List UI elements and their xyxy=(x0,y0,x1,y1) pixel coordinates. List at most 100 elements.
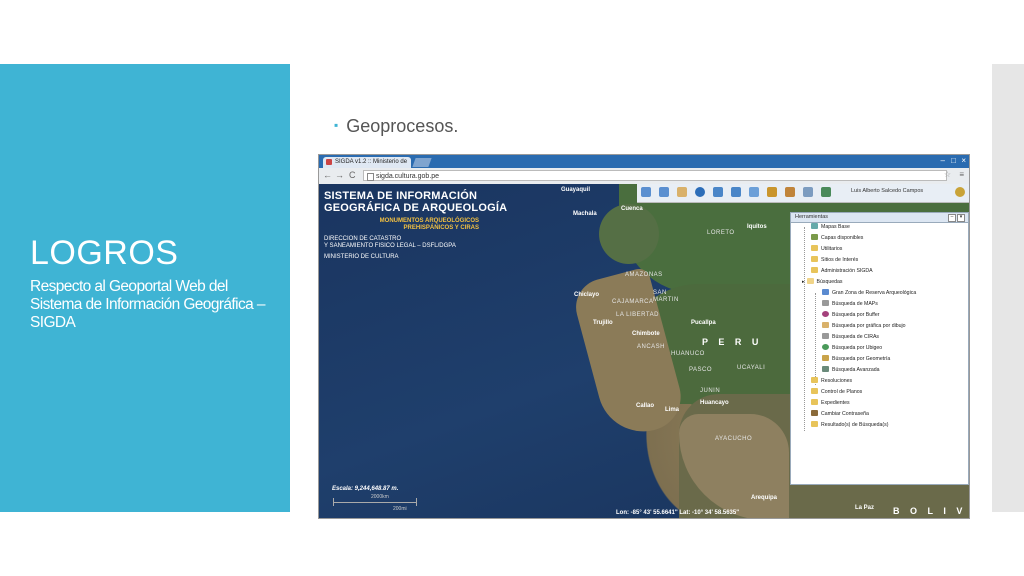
map-label-city: Arequipa xyxy=(751,495,778,501)
folder-icon xyxy=(811,377,818,383)
ministry-label: MINISTERIO DE CULTURA xyxy=(324,254,399,260)
tree-subitem[interactable]: Gran Zona de Reserva Arqueológica xyxy=(822,289,916,298)
logo-subtitle-line1: MONUMENTOS ARQUEOLÓGICOS xyxy=(379,218,479,224)
map-toolbar: Luis Alberto Salcedo Campos xyxy=(637,184,969,203)
url-text: sigda.cultura.gob.pe xyxy=(376,173,440,180)
panel-collapse-icon[interactable]: ▾ xyxy=(957,214,965,222)
folder-icon xyxy=(811,399,818,405)
folder-icon xyxy=(811,388,818,394)
folder-open-icon xyxy=(806,278,814,284)
scale-top-label: 2000km xyxy=(371,494,389,500)
user-avatar-icon[interactable] xyxy=(955,187,965,197)
tree-item[interactable]: Expedientes xyxy=(811,399,850,408)
print-icon[interactable] xyxy=(803,187,813,197)
slide-title: LOGROS xyxy=(30,234,179,272)
logo-title-line1: SISTEMA DE INFORMACIÓN xyxy=(324,190,478,202)
tree-subitem[interactable]: Búsqueda por Ubigeo xyxy=(822,344,882,353)
page-icon xyxy=(367,173,374,181)
settings-tools-icon[interactable] xyxy=(821,187,831,197)
department-line1: DIRECCION DE CATASTRO xyxy=(324,236,402,242)
map-label-region: CAJAMARCA xyxy=(612,299,654,305)
advanced-search-icon xyxy=(822,366,829,372)
tree-item[interactable]: Cambiar Contraseña xyxy=(811,410,869,419)
map-label-city: Guayaquil xyxy=(561,187,591,193)
search-icon xyxy=(822,300,829,306)
map-label-region: JUNIN xyxy=(700,388,721,394)
map-label-country: B O L I V I A xyxy=(893,506,969,516)
search-icon xyxy=(822,333,829,339)
tree-item[interactable]: Utilitarios xyxy=(811,245,842,254)
zoom-in-icon[interactable] xyxy=(641,187,651,197)
tree-item[interactable]: Resultado(s) de Búsqueda(s) xyxy=(811,421,888,430)
bullet-dot-icon: ▪ xyxy=(334,118,339,132)
user-name: Luis Alberto Salcedo Campos xyxy=(851,188,924,194)
tree-item[interactable]: Sitios de Interés xyxy=(811,256,858,265)
globe-icon xyxy=(822,344,829,350)
tree-item[interactable]: Administración SIGDA xyxy=(811,267,873,276)
map-label-region: HUANUCO xyxy=(671,351,705,357)
map-label-city: Pucallpa xyxy=(691,320,716,326)
tree-item[interactable]: Resoluciones xyxy=(811,377,852,386)
logo-title-line2: GEOGRÁFICA DE ARQUEOLOGÍA xyxy=(324,202,508,214)
browser-tab[interactable]: SIGDA v1.2 :: Ministerio de xyxy=(323,157,411,168)
key-icon xyxy=(811,410,818,416)
measure-icon[interactable] xyxy=(749,187,759,197)
map-label-region: LA LIBERTAD xyxy=(616,312,659,318)
browser-menu-button[interactable]: ≡ xyxy=(959,170,964,179)
previous-extent-icon[interactable] xyxy=(713,187,723,197)
map-label-region: AMAZONAS xyxy=(625,272,663,278)
folder-icon xyxy=(811,256,818,262)
map-base-icon xyxy=(811,223,818,229)
url-input[interactable]: sigda.cultura.gob.pe xyxy=(363,170,947,181)
close-button[interactable]: × xyxy=(961,156,966,165)
map-label-city: Callao xyxy=(636,403,655,409)
favicon-icon xyxy=(326,159,332,165)
bookmark-star-icon[interactable]: ☆ xyxy=(944,170,951,179)
tree-item[interactable]: Capas disponibles xyxy=(811,234,863,243)
bullet-item: ▪ Geoprocesos. xyxy=(334,116,458,137)
back-button[interactable]: ← xyxy=(323,170,332,180)
maximize-button[interactable]: □ xyxy=(951,156,956,165)
tools-panel: Herramientas – ▾ Mapas Base Capas dispon… xyxy=(790,212,969,485)
browser-window: SIGDA v1.2 :: Ministerio de – □ × ← → C … xyxy=(318,154,970,519)
folder-icon xyxy=(811,421,818,427)
tree-item-expanded[interactable]: ▸ Búsquedas xyxy=(802,278,842,287)
browser-tab-title: SIGDA v1.2 :: Ministerio de xyxy=(335,159,408,165)
map-view[interactable]: SISTEMA DE INFORMACIÓN GEOGRÁFICA DE ARQ… xyxy=(319,184,969,518)
map-label-city: Iquitos xyxy=(747,224,767,230)
slide-side-strip xyxy=(992,64,1024,512)
map-label-city: Machala xyxy=(573,211,597,217)
tree-item[interactable]: Mapas Base xyxy=(811,223,850,232)
minimize-button[interactable]: – xyxy=(941,156,945,165)
full-extent-icon[interactable] xyxy=(695,187,705,197)
tree-subitem[interactable]: Búsqueda por Buffer xyxy=(822,311,880,320)
identify-icon[interactable] xyxy=(785,187,795,197)
reload-button[interactable]: C xyxy=(349,170,356,180)
forward-button[interactable]: → xyxy=(335,170,344,180)
tree-subitem[interactable]: Búsqueda de MAPs xyxy=(822,300,878,309)
panel-minimize-icon[interactable]: – xyxy=(948,214,956,222)
layers-icon xyxy=(811,234,818,240)
tree-subitem[interactable]: Búsqueda por gráfica por dibujo xyxy=(822,322,906,331)
map-label-city: La Paz xyxy=(855,505,875,511)
tree-subitem[interactable]: Búsqueda de CIRAs xyxy=(822,333,879,342)
geometry-icon xyxy=(822,355,829,361)
map-label-region: SAN MARTIN xyxy=(653,290,679,303)
map-label-region: UCAYALI xyxy=(737,365,766,371)
slide-subtitle: Respecto al Geoportal Web del Sistema de… xyxy=(30,278,265,331)
map-label-city: Huancayo xyxy=(700,400,729,406)
tree-connector xyxy=(815,293,816,385)
map-label-city: Lima xyxy=(665,407,680,413)
pan-hand-icon[interactable] xyxy=(677,187,687,197)
draw-icon[interactable] xyxy=(767,187,777,197)
tree-subitem[interactable]: Búsqueda Avanzada xyxy=(822,366,880,375)
land-shape xyxy=(599,204,659,264)
zoom-out-icon[interactable] xyxy=(659,187,669,197)
new-tab-button[interactable] xyxy=(412,158,432,167)
map-label-region: LORETO xyxy=(707,230,735,236)
tree-subitem[interactable]: Búsqueda por Geometría xyxy=(822,355,890,364)
tree-item[interactable]: Control de Planos xyxy=(811,388,862,397)
app-logo: SISTEMA DE INFORMACIÓN GEOGRÁFICA DE ARQ… xyxy=(324,190,507,260)
next-extent-icon[interactable] xyxy=(731,187,741,197)
browser-tab-bar: SIGDA v1.2 :: Ministerio de – □ × xyxy=(319,155,969,168)
